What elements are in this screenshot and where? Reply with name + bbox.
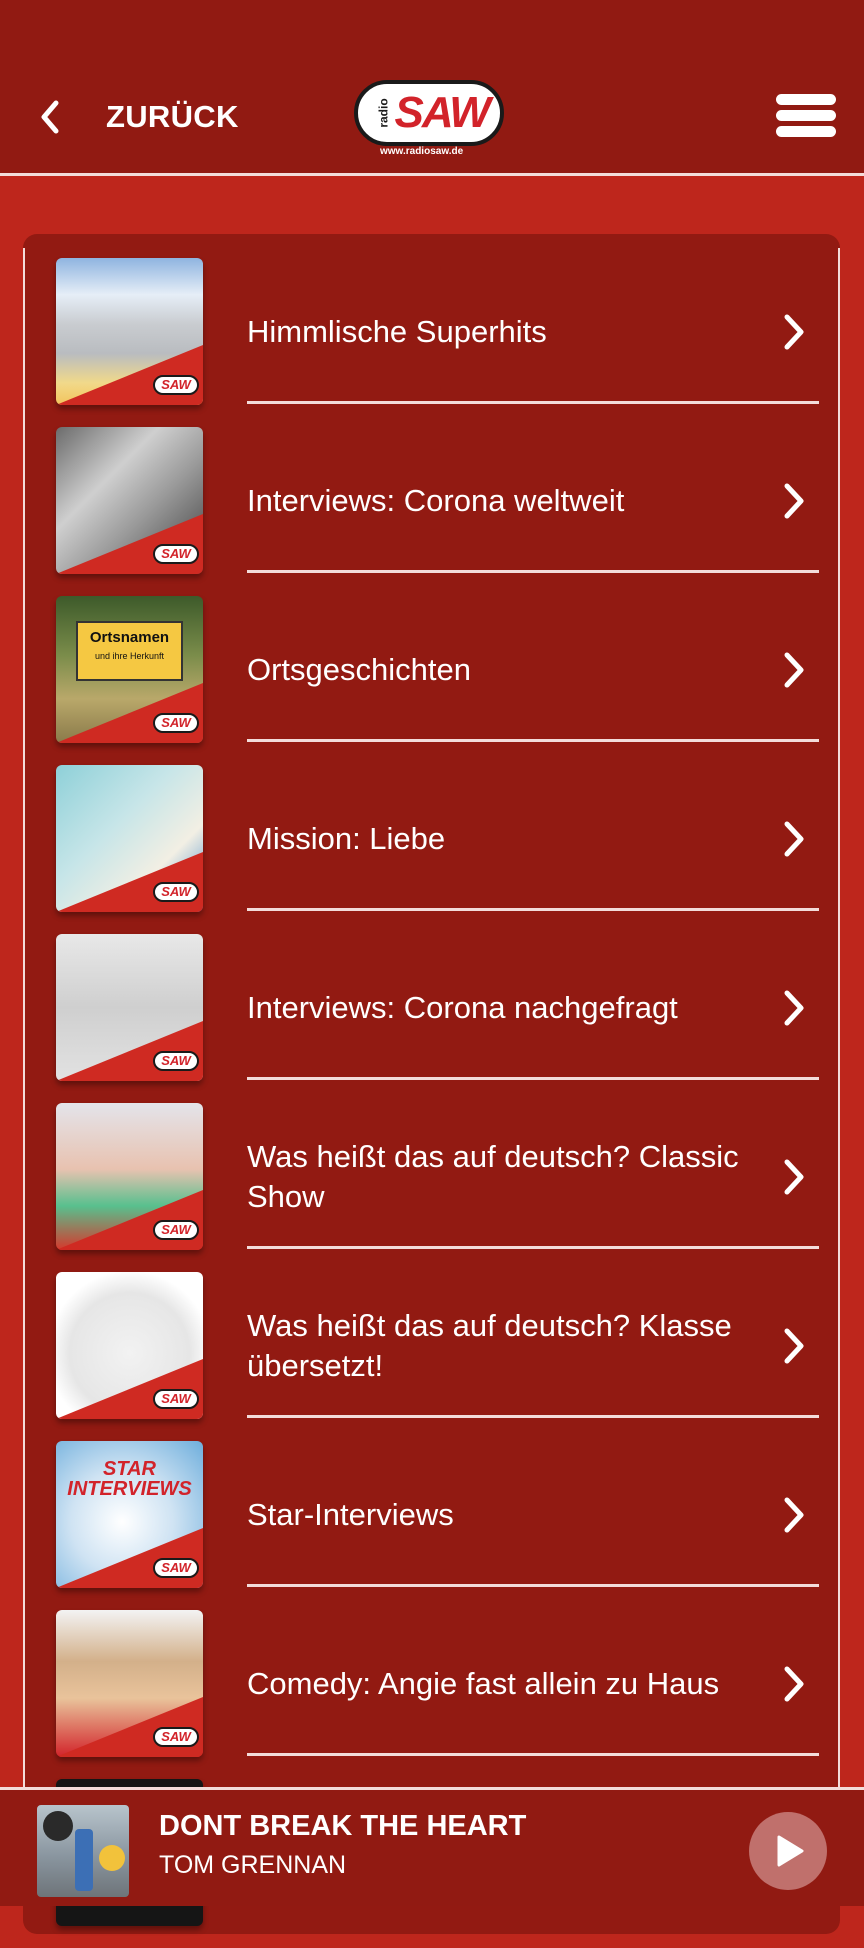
chevron-right-icon bbox=[784, 821, 804, 857]
podcast-list: SAW Himmlische Superhits SAW Interviews: Co… bbox=[56, 258, 819, 1948]
podcast-title: Comedy: Angie fast allein zu Haus bbox=[247, 1665, 720, 1701]
chevron-right-icon bbox=[784, 483, 804, 519]
podcast-list-item[interactable]: SAW Interviews: Corona weltweit bbox=[56, 427, 819, 596]
play-button[interactable] bbox=[749, 1812, 827, 1890]
hamburger-menu-icon bbox=[776, 94, 836, 105]
chevron-right-icon bbox=[784, 1328, 804, 1364]
podcast-list-item[interactable]: SAW Himmlische Superhits bbox=[56, 258, 819, 427]
list-divider bbox=[247, 1415, 819, 1418]
podcast-list-item[interactable]: SAW Was heißt das auf deutsch? Klasse übe… bbox=[56, 1272, 819, 1441]
chevron-right-icon bbox=[784, 1159, 804, 1195]
podcast-thumbnail: SAW bbox=[56, 934, 203, 1081]
back-label: ZURÜCK bbox=[106, 99, 239, 134]
saw-badge-icon: SAW bbox=[153, 1051, 199, 1071]
chevron-right-icon bbox=[784, 1666, 804, 1702]
album-art bbox=[37, 1805, 129, 1897]
thumbnail-star-text: STAR INTERVIEWS bbox=[67, 1458, 192, 1500]
chevron-right-icon bbox=[784, 1497, 804, 1533]
podcast-list-item[interactable]: SAW Was heißt das auf deutsch? Classic Sh… bbox=[56, 1103, 819, 1272]
list-divider bbox=[247, 570, 819, 573]
chevron-right-icon bbox=[784, 314, 804, 350]
podcast-title: Mission: Liebe bbox=[247, 820, 446, 856]
radio-saw-logo: radio SAW www.radiosaw.de bbox=[352, 78, 512, 158]
podcast-title: Himmlische Superhits bbox=[247, 313, 547, 349]
podcast-title: Star-Interviews bbox=[247, 1496, 454, 1532]
podcast-list-item[interactable]: SAW Mission: Liebe bbox=[56, 765, 819, 934]
app-header: ZURÜCK radio SAW www.radiosaw.de bbox=[0, 0, 864, 176]
saw-badge-icon: SAW bbox=[153, 713, 199, 733]
play-icon bbox=[777, 1835, 804, 1867]
saw-badge-icon: SAW bbox=[153, 375, 199, 395]
podcast-list-item[interactable]: SAW Comedy: Angie fast allein zu Haus bbox=[56, 1610, 819, 1779]
podcast-list-item[interactable]: Ortsnamen und ihre Herkunft SAW Ortsgeschic… bbox=[56, 596, 819, 765]
podcast-title: Ortsgeschichten bbox=[247, 651, 471, 687]
logo-saw-text: SAW bbox=[394, 88, 491, 137]
now-playing-artist: TOM GRENNAN bbox=[159, 1851, 347, 1879]
podcast-thumbnail: SAW bbox=[56, 427, 203, 574]
list-divider bbox=[247, 1246, 819, 1249]
menu-button[interactable] bbox=[776, 94, 836, 138]
podcast-thumbnail: STAR INTERVIEWS SAW bbox=[56, 1441, 203, 1588]
chevron-right-icon bbox=[784, 990, 804, 1026]
saw-badge-icon: SAW bbox=[153, 544, 199, 564]
podcast-title: Was heißt das auf deutsch? Classic Show bbox=[247, 1138, 739, 1214]
podcast-title: Interviews: Corona weltweit bbox=[247, 482, 625, 518]
podcast-thumbnail: SAW bbox=[56, 258, 203, 405]
podcast-title: Was heißt das auf deutsch? Klasse überse… bbox=[247, 1307, 732, 1383]
card-border-right bbox=[838, 248, 840, 1788]
list-divider bbox=[247, 908, 819, 911]
saw-badge-icon: SAW bbox=[153, 882, 199, 902]
chevron-right-icon bbox=[784, 652, 804, 688]
card-border-left bbox=[23, 248, 25, 1788]
podcast-list-item[interactable]: SAW Interviews: Corona nachgefragt bbox=[56, 934, 819, 1103]
podcast-thumbnail: Ortsnamen und ihre Herkunft SAW bbox=[56, 596, 203, 743]
thumbnail-sign-text: Ortsnamen und ihre Herkunft bbox=[76, 621, 183, 681]
list-divider bbox=[247, 1584, 819, 1587]
podcast-thumbnail: SAW bbox=[56, 1272, 203, 1419]
now-playing-title: DONT BREAK THE HEART bbox=[159, 1810, 527, 1842]
podcast-thumbnail: SAW bbox=[56, 1103, 203, 1250]
list-divider bbox=[247, 1753, 819, 1756]
saw-badge-icon: SAW bbox=[153, 1389, 199, 1409]
list-divider bbox=[247, 739, 819, 742]
saw-badge-icon: SAW bbox=[153, 1558, 199, 1578]
podcast-thumbnail: SAW bbox=[56, 1610, 203, 1757]
saw-badge-icon: SAW bbox=[153, 1220, 199, 1240]
podcast-list-item[interactable]: STAR INTERVIEWS SAW Star-Interviews bbox=[56, 1441, 819, 1610]
chevron-left-icon bbox=[41, 100, 59, 134]
list-divider bbox=[247, 1077, 819, 1080]
saw-badge-icon: SAW bbox=[153, 1727, 199, 1747]
logo-radio-text: radio bbox=[376, 98, 391, 128]
list-divider bbox=[247, 401, 819, 404]
back-button[interactable]: ZURÜCK bbox=[36, 92, 239, 142]
podcast-thumbnail: SAW bbox=[56, 765, 203, 912]
logo-url: www.radiosaw.de bbox=[380, 146, 464, 157]
podcast-title: Interviews: Corona nachgefragt bbox=[247, 989, 678, 1025]
now-playing-bar: DONT BREAK THE HEART TOM GRENNAN bbox=[0, 1787, 864, 1906]
